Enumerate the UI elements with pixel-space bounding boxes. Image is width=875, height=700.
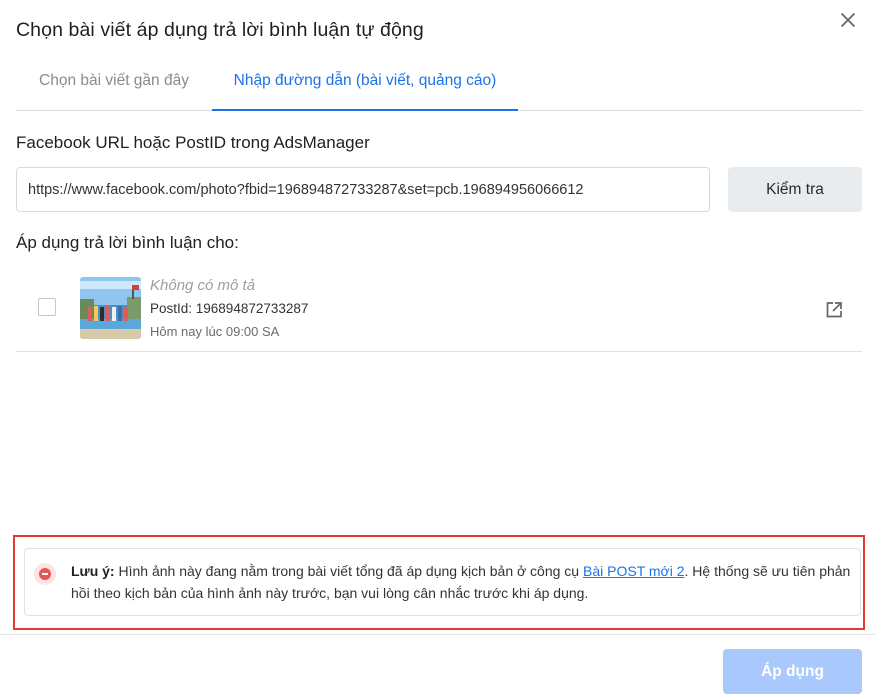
close-icon xyxy=(841,13,855,27)
post-time: Hôm nay lúc 09:00 SA xyxy=(150,324,280,339)
auto-reply-post-dialog: Chọn bài viết áp dụng trả lời bình luận … xyxy=(0,0,875,700)
tab-enter-url[interactable]: Nhập đường dẫn (bài viết, quảng cáo) xyxy=(212,62,518,111)
check-button[interactable]: Kiểm tra xyxy=(728,167,862,212)
footer-divider xyxy=(0,634,875,635)
open-external-icon xyxy=(826,302,842,318)
open-post-link[interactable] xyxy=(824,300,844,320)
highlight-annotation xyxy=(13,535,865,630)
url-field-label: Facebook URL hoặc PostID trong AdsManage… xyxy=(16,133,370,152)
post-checkbox[interactable] xyxy=(38,298,56,316)
close-button[interactable] xyxy=(838,10,858,30)
tab-recent-posts[interactable]: Chọn bài viết gần đây xyxy=(16,62,212,110)
apply-for-label: Áp dụng trả lời bình luận cho: xyxy=(16,233,239,252)
post-id: PostId: 196894872733287 xyxy=(150,301,309,316)
post-thumbnail xyxy=(80,277,141,339)
tab-bar: Chọn bài viết gần đây Nhập đường dẫn (bà… xyxy=(16,62,862,111)
apply-button[interactable]: Áp dụng xyxy=(723,649,862,694)
post-description: Không có mô tả xyxy=(150,277,256,294)
dialog-title: Chọn bài viết áp dụng trả lời bình luận … xyxy=(16,19,424,41)
post-url-input[interactable] xyxy=(16,167,710,212)
post-list-item: Không có mô tả PostId: 196894872733287 H… xyxy=(16,267,862,352)
